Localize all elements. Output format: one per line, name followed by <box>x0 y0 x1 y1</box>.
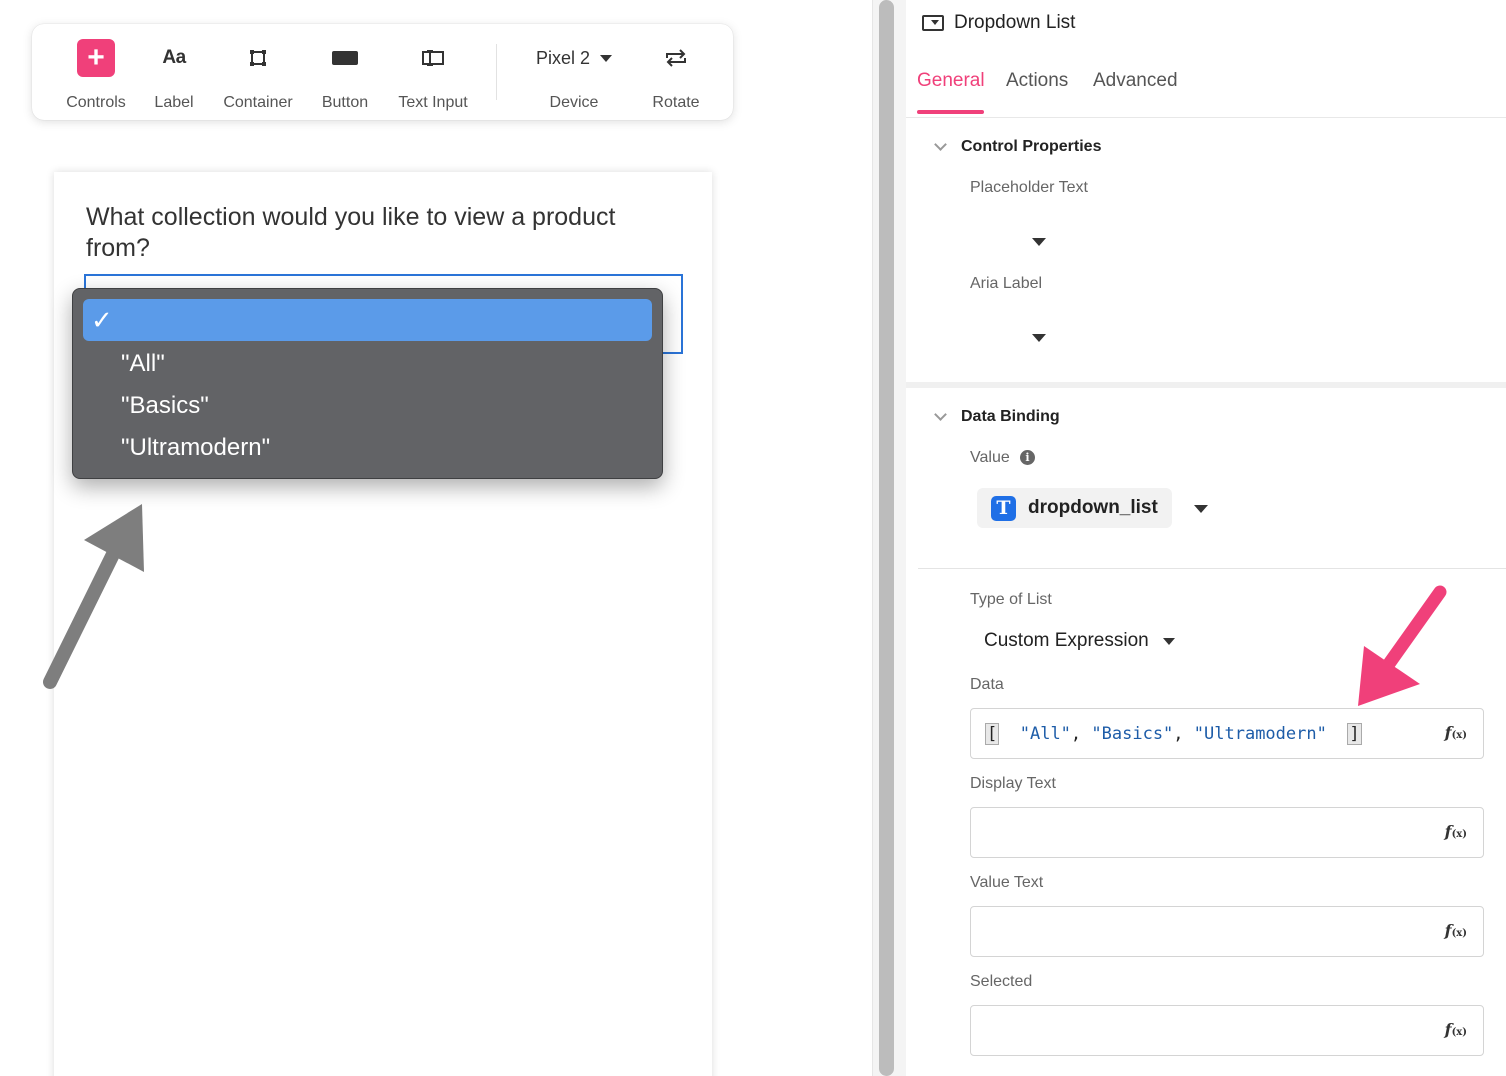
option-label: "Basics" <box>121 392 209 419</box>
fx-sub: (x) <box>1451 730 1467 741</box>
option-label: "Ultramodern" <box>121 434 271 461</box>
info-icon[interactable]: i <box>1020 450 1035 465</box>
controls-tool-label: Controls <box>66 94 126 111</box>
annotation-arrow-pink <box>1358 585 1447 706</box>
expression-item: "All" <box>1019 724 1071 744</box>
text-input-tool-label: Text Input <box>398 94 468 111</box>
fx-glyph: f <box>1444 822 1452 841</box>
device-label: Device <box>549 94 599 111</box>
container-tool-label: Container <box>223 94 293 111</box>
control-properties-header[interactable]: Control Properties <box>934 136 1102 158</box>
section-heading: Data Binding <box>961 408 1060 425</box>
properties-panel: Dropdown List General Actions Advanced C… <box>906 0 1506 1076</box>
placeholder-text-label: Placeholder Text <box>970 179 1088 196</box>
fx-sub: (x) <box>1451 829 1467 840</box>
selected-label: Selected <box>970 973 1033 990</box>
display-text-label: Display Text <box>970 775 1056 792</box>
fx-sub: (x) <box>1451 928 1467 939</box>
chevron-down-icon <box>934 138 947 151</box>
dropdown-option-empty[interactable]: ✓ <box>83 299 652 341</box>
rotate-icon <box>666 49 686 67</box>
design-canvas: + Controls Aa Label Container Button Tex… <box>0 0 872 1076</box>
controls-toolbar: + Controls Aa Label Container Button Tex… <box>32 24 733 120</box>
type-of-list-value: Custom Expression <box>984 630 1149 651</box>
aria-label-binding-dropdown[interactable] <box>1032 334 1046 342</box>
tab-advanced[interactable]: Advanced <box>1093 70 1178 92</box>
annotation-arrow-gray <box>43 504 144 689</box>
variable-name: dropdown_list <box>1028 497 1158 518</box>
function-icon[interactable]: f(x) <box>1445 723 1467 742</box>
plus-icon: + <box>77 39 115 77</box>
splitter-grip[interactable] <box>879 0 894 1076</box>
label-tool[interactable]: Aa Label <box>146 24 202 120</box>
open-bracket: [ <box>985 723 1000 745</box>
container-tool[interactable]: Container <box>220 24 296 120</box>
selected-field[interactable]: f(x) <box>970 1005 1484 1056</box>
dropdown-popup: ✓ "All" "Basics" "Ultramodern" <box>72 288 663 479</box>
display-text-field[interactable]: f(x) <box>970 807 1484 858</box>
app-root: + Controls Aa Label Container Button Tex… <box>0 0 1506 1076</box>
device-selector[interactable]: Pixel 2 Device <box>528 24 620 120</box>
value-text-label: Value Text <box>970 874 1044 891</box>
question-label: What collection would you like to view a… <box>86 203 616 262</box>
button-icon <box>332 51 358 65</box>
rotate-label: Rotate <box>652 94 700 111</box>
button-tool-label: Button <box>321 94 369 111</box>
aria-label-label: Aria Label <box>970 275 1043 292</box>
panel-title: Dropdown List <box>922 10 1075 36</box>
rotate-button[interactable]: Rotate <box>646 24 706 120</box>
text-aa-icon: Aa <box>162 47 186 68</box>
active-tab-indicator <box>917 110 984 114</box>
variable-dropdown[interactable] <box>1194 505 1208 513</box>
fx-sub: (x) <box>1451 1027 1467 1038</box>
expression-separator: , <box>1070 724 1092 744</box>
dropdown-option-ultramodern[interactable]: "Ultramodern" <box>83 427 652 469</box>
divider <box>918 568 1506 569</box>
chevron-down-icon <box>934 408 947 421</box>
fx-glyph: f <box>1444 921 1452 940</box>
button-tool[interactable]: Button <box>316 24 374 120</box>
tab-actions[interactable]: Actions <box>1006 70 1068 92</box>
placeholder-binding-dropdown[interactable] <box>1032 238 1046 246</box>
panel-splitter[interactable] <box>872 0 906 1076</box>
panel-tabs: General Actions Advanced <box>906 58 1506 118</box>
close-bracket: ] <box>1347 723 1362 745</box>
toolbar-divider <box>496 44 497 100</box>
check-icon: ✓ <box>91 305 113 335</box>
option-label: "All" <box>121 350 165 377</box>
text-variable-icon: T <box>991 495 1016 521</box>
function-icon[interactable]: f(x) <box>1445 1020 1467 1039</box>
chevron-down-icon <box>600 54 613 62</box>
type-of-list-select[interactable]: Custom Expression <box>984 630 1175 652</box>
function-icon[interactable]: f(x) <box>1445 822 1467 841</box>
value-text-field[interactable]: f(x) <box>970 906 1484 957</box>
dropdown-list-icon <box>922 15 944 31</box>
section-heading: Control Properties <box>961 138 1102 155</box>
dropdown-option-all[interactable]: "All" <box>83 343 652 385</box>
type-of-list-label: Type of List <box>970 591 1052 608</box>
value-variable-chip[interactable]: T dropdown_list <box>977 488 1172 528</box>
expression-item: "Basics" <box>1091 724 1174 744</box>
data-binding-header[interactable]: Data Binding <box>934 406 1060 428</box>
data-label: Data <box>970 676 1004 693</box>
tab-general[interactable]: General <box>917 70 985 92</box>
device-value: Pixel 2 <box>535 47 591 68</box>
value-label: Value <box>970 449 1010 466</box>
text-input-tool[interactable]: Text Input <box>394 24 472 120</box>
chevron-down-icon <box>1162 637 1175 645</box>
data-expression-field[interactable]: [ "All", "Basics", "Ultramodern" ] f(x) <box>970 708 1484 759</box>
panel-title-text: Dropdown List <box>954 12 1076 33</box>
dropdown-option-basics[interactable]: "Basics" <box>83 385 652 427</box>
text-input-icon <box>422 50 444 66</box>
expression-item: "Ultramodern" <box>1193 724 1327 744</box>
controls-tool[interactable]: + Controls <box>62 24 130 120</box>
section-divider <box>906 382 1506 388</box>
label-tool-label: Label <box>154 94 194 111</box>
expression-separator: , <box>1173 724 1194 744</box>
container-icon <box>250 50 266 66</box>
function-icon[interactable]: f(x) <box>1445 921 1467 940</box>
data-expression-code: [ "All", "Basics", "Ultramodern" ] <box>985 723 1362 745</box>
fx-glyph: f <box>1444 1020 1452 1039</box>
fx-glyph: f <box>1444 723 1452 742</box>
